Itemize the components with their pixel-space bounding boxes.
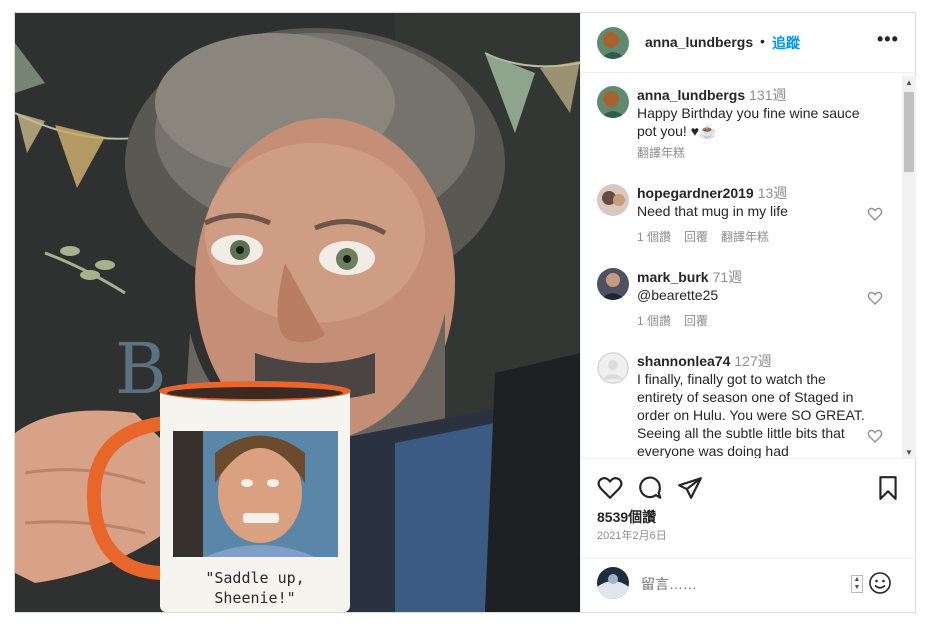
more-options-icon[interactable]: •••: [877, 29, 899, 53]
scroll-down-arrow-icon[interactable]: ▼: [905, 448, 913, 457]
scroll-thumb[interactable]: [904, 92, 914, 172]
scroll-up-arrow-icon[interactable]: ▲: [905, 78, 913, 87]
heart-icon[interactable]: [597, 475, 623, 501]
comment-meta: 1 個讚 回覆: [637, 312, 721, 329]
comment-time[interactable]: 131週: [749, 87, 786, 103]
current-user-avatar: [597, 567, 629, 599]
like-count-link[interactable]: 1 個讚: [637, 314, 671, 328]
post-side-panel: anna_lundbergs • 追蹤 ••• anna_lundbergs 13…: [580, 13, 916, 612]
comment-text: I finally, finally got to watch the enti…: [637, 371, 865, 458]
comment-body: hopegardner2019 13週 Need that mug in my l…: [637, 184, 867, 220]
comment-username[interactable]: hopegardner2019: [637, 185, 754, 201]
comment-meta: 1 個讚 回覆 翻譯年糕: [637, 228, 782, 245]
comment-body: mark_burk 71週 @bearette25: [637, 268, 867, 304]
author-avatar[interactable]: [597, 27, 629, 59]
add-comment-bar: ▲▼: [581, 558, 916, 612]
post-photo[interactable]: B "Saddle up, Sheenie!": [15, 13, 580, 612]
heart-icon[interactable]: [867, 206, 883, 222]
comment-icon[interactable]: [637, 475, 663, 501]
bookmark-icon[interactable]: [875, 475, 901, 501]
follow-button[interactable]: 追蹤: [772, 33, 800, 53]
comment-text[interactable]: @bearette25: [637, 287, 718, 303]
comment-text: Need that mug in my life: [637, 203, 788, 219]
comment-username[interactable]: anna_lundbergs: [637, 87, 745, 103]
reply-link[interactable]: 回覆: [684, 230, 708, 244]
photo-illustration: B "Saddle up, Sheenie!": [15, 13, 580, 612]
mug-caption-line1: "Saddle up,: [205, 569, 304, 587]
heart-icon[interactable]: [867, 290, 883, 306]
heart-icon[interactable]: [867, 428, 883, 444]
like-count-link[interactable]: 1 個讚: [637, 230, 671, 244]
avatar[interactable]: [597, 86, 629, 118]
post-modal: B "Saddle up, Sheenie!" anna_lundbergs •…: [14, 12, 916, 613]
translate-link[interactable]: 翻譯年糕: [637, 146, 685, 160]
avatar[interactable]: [597, 268, 629, 300]
comments-scrollbar[interactable]: ▲ ▼: [902, 76, 916, 458]
comment-input[interactable]: [641, 576, 841, 592]
separator-dot: •: [760, 33, 765, 49]
reply-link[interactable]: 回覆: [684, 314, 708, 328]
comments-list[interactable]: anna_lundbergs 131週 Happy Birthday you fi…: [581, 74, 916, 458]
translate-link[interactable]: 翻譯年糕: [721, 230, 769, 244]
mug-caption-line2: Sheenie!": [214, 589, 295, 607]
comment-username[interactable]: mark_burk: [637, 269, 709, 285]
post-actions: 8539個讚 2021年2月6日: [581, 458, 916, 558]
emoji-icon[interactable]: [868, 571, 892, 595]
comment-username[interactable]: shannonlea74: [637, 353, 730, 369]
comment-time[interactable]: 71週: [713, 269, 743, 285]
like-count[interactable]: 8539個讚: [597, 507, 656, 527]
post-header: anna_lundbergs • 追蹤 •••: [581, 13, 916, 73]
comment-meta: 翻譯年糕: [637, 144, 698, 161]
comment-text: Happy Birthday you fine wine sauce pot y…: [637, 105, 860, 139]
spinner-control[interactable]: ▲ ▼: [851, 575, 863, 593]
avatar[interactable]: [597, 352, 629, 384]
post-date[interactable]: 2021年2月6日: [597, 527, 667, 543]
svg-text:B: B: [115, 328, 166, 410]
comment-body: shannonlea74 127週 I finally, finally got …: [637, 352, 867, 458]
comment-time[interactable]: 13週: [758, 185, 788, 201]
comment-body: anna_lundbergs 131週 Happy Birthday you fi…: [637, 86, 867, 140]
comment-time[interactable]: 127週: [734, 353, 771, 369]
avatar[interactable]: [597, 184, 629, 216]
author-username[interactable]: anna_lundbergs: [645, 34, 753, 50]
share-icon[interactable]: [677, 475, 703, 501]
